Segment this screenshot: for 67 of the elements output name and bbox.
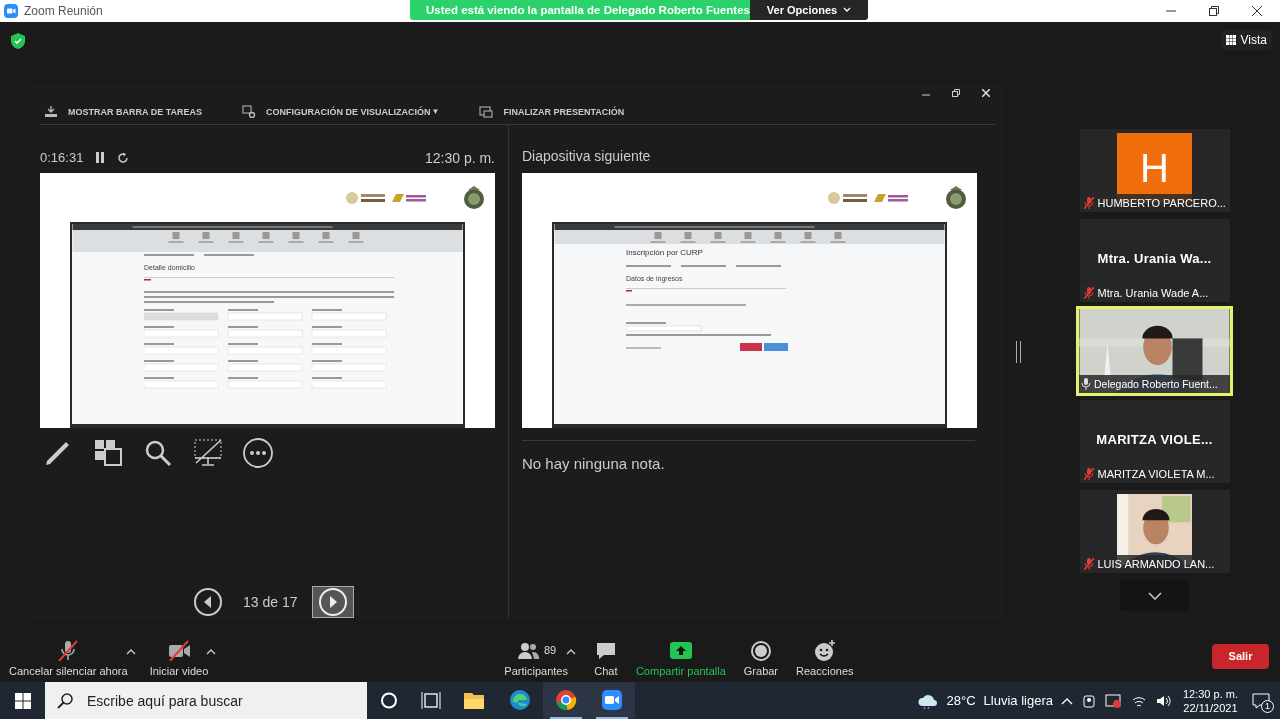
view-options-button[interactable]: Ver Opciones	[750, 0, 868, 20]
participant-name: HUMBERTO PARCERO...	[1097, 197, 1226, 209]
battery-alert-icon[interactable]	[1104, 692, 1123, 709]
next-slide-label: Diapositiva siguiente	[522, 148, 652, 166]
search-icon	[57, 692, 73, 709]
screen-icon	[479, 105, 494, 118]
participant-name: MARITZA VIOLETA M...	[1097, 468, 1215, 480]
leave-button[interactable]: Salir	[1212, 643, 1269, 669]
close-icon[interactable]	[1252, 6, 1262, 16]
meet-now-icon[interactable]	[1080, 692, 1097, 709]
participant-name: Mtra. Urania Wade A...	[1097, 287, 1209, 299]
taskbar-icon	[44, 105, 58, 118]
chevron-down-icon	[843, 7, 852, 13]
slide-counter: 13 de 17	[243, 594, 298, 610]
participant-name: MARITZA VIOLE...	[1096, 432, 1213, 447]
toolbar-button[interactable]: Grabar	[743, 635, 779, 677]
zoom-logo-icon	[4, 4, 18, 18]
caret-icon[interactable]	[565, 648, 576, 655]
chevron-up-icon[interactable]	[1060, 696, 1073, 705]
display-settings-icon	[242, 105, 256, 118]
toolbar-button[interactable]: Compartir pantalla	[635, 635, 726, 677]
weather-condition: Lluvia ligera	[983, 693, 1053, 708]
sharing-banner: Usted está viendo la pantalla de Delegado Roberto Fuentes	[410, 0, 750, 20]
slides-grid-icon[interactable]	[92, 437, 124, 469]
toolbar-button[interactable]: FINALIZAR PRESENTACIÓN	[479, 105, 625, 118]
caret-icon[interactable]	[125, 648, 136, 655]
screen-off-icon[interactable]	[192, 437, 224, 469]
view-button[interactable]: Vista	[1220, 30, 1272, 50]
toolbar-button[interactable]: 89 Participantes	[504, 635, 568, 677]
temperature: 28°C	[946, 693, 976, 708]
page-title: Inscripción por CURP	[626, 248, 704, 258]
toolbar-button[interactable]: Iniciar video	[149, 635, 209, 677]
timer: 0:16:31	[40, 150, 84, 165]
search-input[interactable]: Escribe aquí para buscar	[85, 691, 367, 710]
search-box[interactable]: Escribe aquí para buscar	[45, 682, 367, 719]
seal-icon	[945, 185, 967, 210]
clock-time: 12:30 p. m.	[1182, 686, 1238, 701]
windows-logo-icon[interactable]	[14, 692, 31, 709]
next-slide-button[interactable]	[311, 586, 354, 618]
seal-icon	[463, 185, 485, 210]
clock-date: 22/11/2021	[1183, 700, 1238, 715]
more-icon[interactable]	[242, 437, 274, 469]
restore-icon[interactable]	[952, 89, 960, 97]
participant-name: Delegado Roberto Fuent...	[1094, 378, 1218, 390]
notes-text: No hay ninguna nota.	[522, 440, 975, 472]
smiley-icon	[812, 638, 837, 661]
restore-icon[interactable]	[1209, 6, 1219, 16]
notification-icon	[1252, 692, 1270, 709]
toolbar-button[interactable]: Chat	[593, 635, 618, 677]
participant-count: 89	[544, 643, 557, 656]
toolbar-button[interactable]: Reacciones	[796, 635, 854, 677]
shield-icon	[11, 33, 25, 49]
chevron-down-icon	[1147, 591, 1162, 600]
caret-icon[interactable]	[206, 648, 217, 655]
participant-name: Mtra. Urania Wa...	[1097, 251, 1212, 266]
pause-icon[interactable]	[95, 152, 106, 163]
splitter-handle[interactable]	[1016, 341, 1021, 363]
cloud-rain-icon	[916, 692, 939, 709]
toolbar-button[interactable]: Cancelar silenciar ahora	[9, 635, 128, 677]
toolbar-button[interactable]: MOSTRAR BARRA DE TAREAS	[44, 105, 202, 118]
toolbar-button[interactable]: CONFIGURACIÓN DE VISUALIZACIÓN▼	[242, 105, 440, 118]
participant-name: LUIS ARMANDO LAN...	[1097, 558, 1215, 570]
grid-icon	[1225, 35, 1236, 45]
clock: 12:30 p. m.	[424, 149, 495, 166]
window-title: Zoom Reunión	[24, 4, 103, 18]
record-icon	[748, 638, 773, 661]
reset-icon[interactable]	[117, 151, 130, 164]
